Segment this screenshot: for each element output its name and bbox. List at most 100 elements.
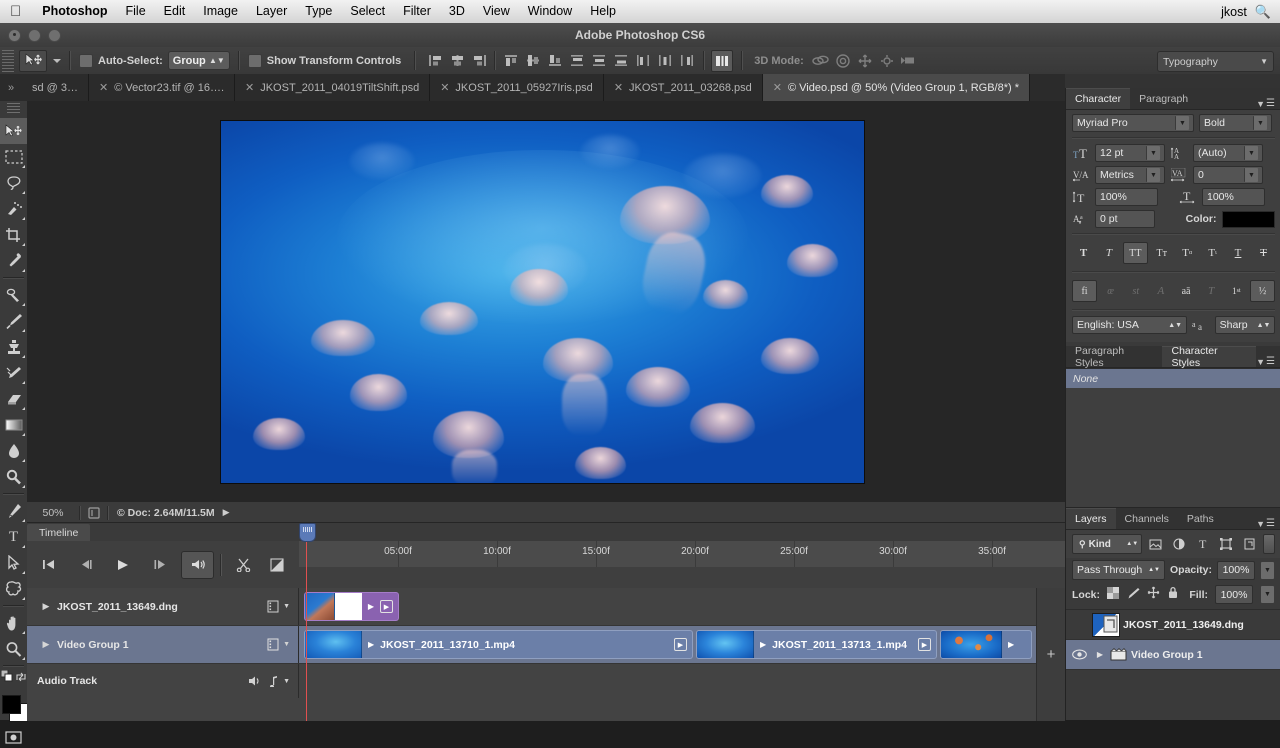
strikethrough-icon[interactable]: T	[1252, 243, 1275, 263]
adjustment-layers-filter-icon[interactable]	[1170, 535, 1189, 553]
custom-shape-tool-icon[interactable]	[0, 576, 27, 602]
tools-panel-grip[interactable]	[7, 103, 20, 115]
minimize-window-button[interactable]	[28, 28, 41, 42]
document-icon[interactable]	[81, 506, 107, 519]
menu-item-layer[interactable]: Layer	[247, 0, 296, 23]
close-icon[interactable]: ✕	[773, 81, 782, 94]
audio-icon[interactable]	[181, 550, 214, 579]
go-to-first-frame-icon[interactable]	[33, 552, 64, 578]
faux-italic-icon[interactable]: T	[1097, 243, 1120, 263]
timeline-clip[interactable]: ▶ ▶	[304, 592, 399, 621]
superscript-icon[interactable]: Tα	[1176, 243, 1199, 263]
font-size-field[interactable]: 12 pt ▼	[1095, 144, 1165, 162]
audio-track-name-cell[interactable]: Audio Track ▼	[27, 664, 299, 698]
tab-paragraph-styles[interactable]: Paragraph Styles	[1066, 345, 1162, 369]
tracking-field[interactable]: 0 ▼	[1193, 166, 1263, 184]
panel-menu-icon[interactable]: ▼ ☰	[1256, 98, 1280, 109]
styles-list[interactable]: None	[1066, 368, 1280, 519]
text-color-swatch[interactable]	[1221, 210, 1275, 228]
options-bar-grip[interactable]	[2, 49, 14, 72]
layer-visibility-toggle[interactable]	[1066, 649, 1092, 660]
menu-bar-user[interactable]: jkost	[1213, 5, 1255, 19]
fill-field[interactable]: 100%	[1215, 585, 1253, 604]
track-name-cell[interactable]: ▶ JKOST_2011_13649.dng ▼	[27, 588, 299, 625]
blur-tool-icon[interactable]	[0, 438, 27, 464]
layer-row-selected[interactable]: ▶ Video Group 1	[1066, 640, 1280, 670]
rotate-3d-object-icon[interactable]	[810, 51, 832, 71]
dodge-tool-icon[interactable]	[0, 464, 27, 490]
audio-track-row[interactable]: Audio Track ▼ +	[27, 588, 1065, 721]
lasso-tool-icon[interactable]	[0, 170, 27, 196]
quick-selection-tool-icon[interactable]	[0, 196, 27, 222]
gradient-tool-icon[interactable]	[0, 412, 27, 438]
menu-item-3d[interactable]: 3D	[440, 0, 474, 23]
timeline-track-row[interactable]: ▶ JKOST_2011_13649.dng ▼ ▶ ▶ +	[27, 588, 1065, 626]
disclosure-triangle-icon[interactable]: ▶	[35, 601, 57, 612]
scale-3d-object-icon[interactable]	[898, 51, 920, 71]
chevron-down-icon[interactable]: ▼	[283, 641, 290, 648]
lock-transparent-pixels-icon[interactable]	[1107, 586, 1120, 604]
chevron-down-icon[interactable]: ▼	[1260, 560, 1275, 580]
horizontal-type-tool-icon[interactable]: T	[0, 524, 27, 550]
menu-item-image[interactable]: Image	[194, 0, 247, 23]
eyedropper-tool-icon[interactable]	[0, 248, 27, 274]
tab-channels[interactable]: Channels	[1116, 509, 1178, 529]
timeline-ruler[interactable]: 05:00f 10:00f 15:00f 20:00f 25:00f 30:00…	[299, 541, 1065, 568]
timeline-clip[interactable]: ▶ JKOST_2011_13710_1.mp4 ▶	[304, 630, 693, 659]
lock-position-icon[interactable]	[1147, 586, 1160, 604]
workspace-switcher[interactable]: Typography ▼	[1157, 51, 1274, 72]
clip-play-icon[interactable]: ▶	[368, 602, 374, 611]
menu-item-window[interactable]: Window	[519, 0, 581, 23]
smart-object-filter-icon[interactable]	[1240, 535, 1259, 553]
path-selection-tool-icon[interactable]	[0, 550, 27, 576]
clip-play-icon[interactable]: ▶	[368, 640, 374, 649]
menu-item-select[interactable]: Select	[341, 0, 394, 23]
timeline-clip[interactable]: ▶ JKOST_2011_13713_1.mp4 ▶	[696, 630, 937, 659]
track-clip-zone[interactable]: ▶ ▶	[299, 588, 1065, 625]
previous-frame-icon[interactable]	[70, 552, 101, 578]
spot-healing-brush-tool-icon[interactable]	[0, 282, 27, 308]
subscript-icon[interactable]: Tι	[1201, 243, 1224, 263]
ordinals-icon[interactable]: 1st	[1225, 281, 1248, 301]
drag-3d-object-icon[interactable]	[854, 51, 876, 71]
zoom-window-button[interactable]	[48, 28, 61, 42]
align-left-edges-icon[interactable]	[425, 51, 445, 71]
align-vertical-centers-icon[interactable]	[523, 51, 543, 71]
discretionary-ligatures-icon[interactable]: st	[1124, 281, 1147, 301]
chevron-right-icon[interactable]: ▶	[223, 507, 230, 518]
rectangular-marquee-tool-icon[interactable]	[0, 144, 27, 170]
document-tab[interactable]: ✕ JKOST_2011_03268.psd	[603, 74, 763, 101]
lock-all-icon[interactable]	[1167, 586, 1179, 604]
default-colors-icon[interactable]	[0, 669, 14, 688]
hand-tool-icon[interactable]	[0, 610, 27, 636]
underline-icon[interactable]: T	[1227, 243, 1250, 263]
align-horizontal-centers-icon[interactable]	[447, 51, 467, 71]
playhead-handle[interactable]	[299, 523, 316, 542]
opacity-field[interactable]: 100%	[1217, 560, 1255, 580]
canvas-area[interactable]	[27, 101, 1065, 501]
move-tool-icon[interactable]	[0, 118, 27, 144]
chevron-down-icon[interactable]: ▼	[1260, 585, 1275, 604]
transition-icon[interactable]	[261, 552, 292, 578]
apple-icon[interactable]: 	[10, 4, 21, 19]
close-icon[interactable]: ✕	[614, 81, 623, 94]
vertical-scale-field[interactable]: 100%	[1095, 188, 1158, 206]
titling-alternates-icon[interactable]: T	[1200, 281, 1223, 301]
small-caps-icon[interactable]: Tт	[1150, 243, 1173, 263]
document-image[interactable]	[220, 120, 865, 484]
leading-field[interactable]: (Auto) ▼	[1193, 144, 1263, 162]
all-caps-icon[interactable]: TT	[1122, 242, 1148, 264]
zoom-tool-icon[interactable]	[0, 636, 27, 662]
align-top-edges-icon[interactable]	[501, 51, 521, 71]
distribute-bottom-edges-icon[interactable]	[611, 51, 631, 71]
pen-tool-icon[interactable]	[0, 498, 27, 524]
document-tab[interactable]: ✕ © Vector23.tif @ 16….	[89, 74, 235, 101]
zoom-level-field[interactable]: 50%	[27, 506, 79, 519]
eraser-tool-icon[interactable]	[0, 386, 27, 412]
auto-select-dropdown[interactable]: Group ▲▼	[167, 51, 230, 70]
auto-select-checkbox[interactable]	[79, 53, 93, 68]
horizontal-scale-field[interactable]: 100%	[1202, 188, 1265, 206]
clip-play-icon[interactable]: ▶	[760, 640, 766, 649]
track-name-cell[interactable]: ▶ Video Group 1 ▼	[27, 626, 299, 663]
distribute-horizontal-centers-icon[interactable]	[655, 51, 675, 71]
